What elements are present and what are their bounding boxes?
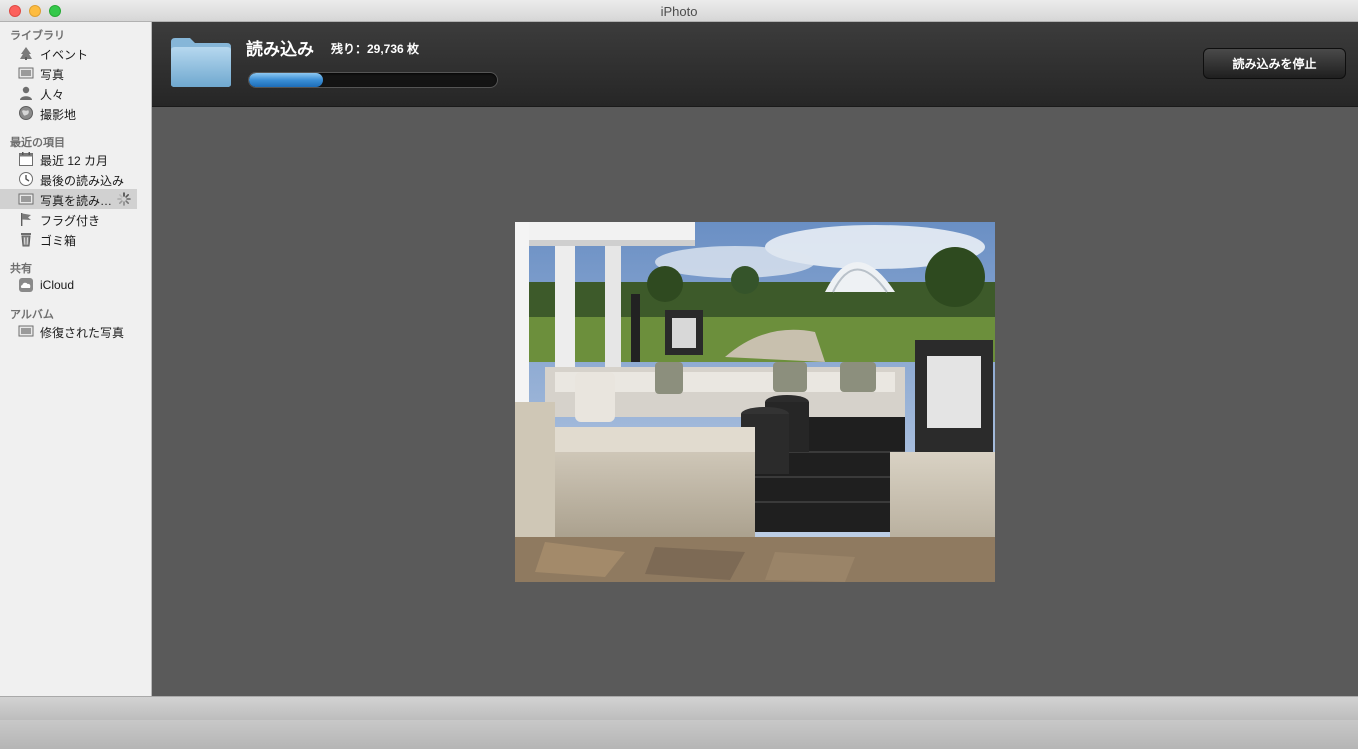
bottom-toolbar <box>0 696 1358 720</box>
sidebar-item-label: 修復された写真 <box>40 326 125 340</box>
sidebar-item-events[interactable]: イベント <box>0 43 137 63</box>
sidebar-item-last-import[interactable]: 最後の読み込み <box>0 169 137 189</box>
sidebar-item-places[interactable]: 撮影地 <box>0 103 137 123</box>
sidebar-item-importing-photos[interactable]: 写真を読み… <box>0 189 137 209</box>
import-remaining-count: 残り：29,736 枚 <box>331 42 420 56</box>
window-title: iPhoto <box>660 4 698 19</box>
section-title-recent: 最近の項目 <box>10 137 65 149</box>
title-bar[interactable]: iPhoto <box>0 0 1358 22</box>
sidebar-item-label: 人々 <box>40 88 65 102</box>
sidebar-item-photos[interactable]: 写真 <box>0 63 137 83</box>
people-icon <box>20 86 32 100</box>
sidebar-item-label: ゴミ箱 <box>40 234 77 248</box>
import-progress-bar <box>248 72 498 88</box>
places-icon <box>19 106 33 120</box>
sidebar-item-flagged[interactable]: フラグ付き <box>0 209 137 229</box>
preview-photo-image <box>515 222 995 582</box>
folder-icon <box>171 38 231 87</box>
section-title-library: ライブラリ <box>10 30 65 42</box>
sidebar-item-last-12-months[interactable]: 最近 12 カ月 <box>0 149 137 169</box>
sidebar-item-trash[interactable]: ゴミ箱 <box>0 229 137 249</box>
sidebar-item-label: フラグ付き <box>40 214 101 228</box>
stop-import-button[interactable]: 読み込みを停止 <box>1203 48 1346 79</box>
sidebar-item-icloud[interactable]: iCloud <box>0 275 137 295</box>
sidebar-item-recovered-photos[interactable]: 修復された写真 <box>0 321 137 341</box>
events-icon <box>20 47 32 60</box>
sidebar-item-label: 撮影地 <box>40 108 77 122</box>
sidebar-item-people[interactable]: 人々 <box>0 83 137 103</box>
calendar-icon <box>19 152 33 166</box>
section-title-shared: 共有 <box>10 263 32 275</box>
importing-photos-icon <box>18 193 34 205</box>
sidebar-item-label: 写真を読み… <box>40 194 113 208</box>
flag-icon <box>21 213 31 226</box>
import-progress-fill <box>249 73 324 87</box>
import-title: 読み込み <box>246 40 314 59</box>
sidebar-item-label: 最後の読み込み <box>40 174 125 188</box>
import-progress-header: 読み込み 残り：29,736 枚 読み込みを停止 <box>152 22 1358 107</box>
sidebar-item-label: 写真 <box>40 68 65 82</box>
source-list-sidebar: ライブラリ イベント 写真 人々 撮影地 最近の項目 最近 12 カ月 最後の読… <box>0 22 152 696</box>
sidebar-item-label: iCloud <box>40 278 75 292</box>
sidebar-item-label: イベント <box>40 48 89 62</box>
desktop-background-below-window <box>0 720 1358 749</box>
trash-icon <box>21 233 31 247</box>
last-import-icon <box>19 172 33 186</box>
sidebar-item-label: 最近 12 カ月 <box>40 154 109 168</box>
icloud-icon <box>19 278 33 292</box>
section-title-albums: アルバム <box>10 309 54 321</box>
loading-spinner-icon <box>117 192 131 206</box>
iphoto-window: iPhoto ライブラリ イベント 写真 人々 撮影地 最近の項目 最近 12 … <box>0 0 1358 720</box>
import-preview-photo <box>515 222 995 582</box>
photos-icon <box>18 67 34 79</box>
album-icon <box>18 325 34 337</box>
